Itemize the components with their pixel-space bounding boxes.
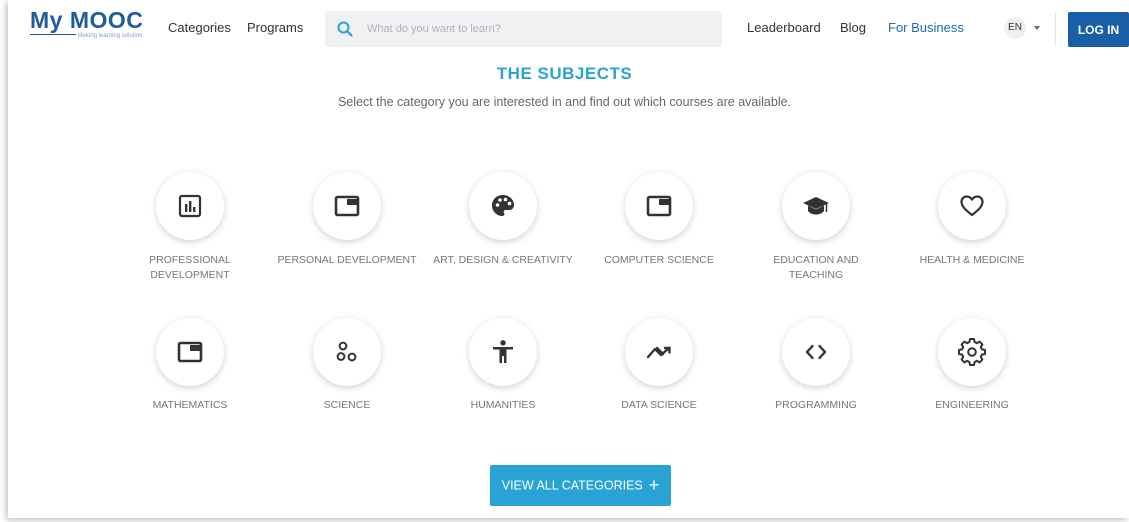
chevron-down-icon xyxy=(1034,26,1040,30)
nav-categories[interactable]: Categories xyxy=(168,20,231,35)
subject-icon-circle xyxy=(313,318,381,386)
code-icon xyxy=(805,344,827,360)
chart-icon xyxy=(178,194,202,218)
subject-icon-circle xyxy=(782,318,850,386)
subject-label: MATHEMATICS xyxy=(152,399,228,411)
search-icon[interactable] xyxy=(336,20,354,38)
section-subtitle: Select the category you are interested i… xyxy=(337,95,792,109)
subject-label: COMPUTER SCIENCE xyxy=(604,254,714,266)
subject-label: EDUCATION AND TEACHING xyxy=(773,254,859,281)
subject-icon-circle xyxy=(782,172,850,240)
molecule-icon xyxy=(336,341,357,362)
subject-label: SCIENCE xyxy=(323,399,371,411)
view-all-label: VIEW ALL CATEGORIES xyxy=(501,478,643,493)
subject-education-teaching[interactable]: EDUCATION AND TEACHING xyxy=(746,172,886,292)
logo-tagline: lifelong learning solution xyxy=(78,33,143,39)
window-icon xyxy=(334,195,360,217)
subject-label: DATA SCIENCE xyxy=(621,399,697,411)
subject-label: PROGRAMMING xyxy=(775,399,857,411)
subject-computer-science[interactable]: COMPUTER SCIENCE xyxy=(589,172,729,292)
subject-mathematics[interactable]: MATHEMATICS xyxy=(120,318,260,418)
nav-leaderboard[interactable]: Leaderboard xyxy=(747,20,821,35)
header-divider xyxy=(1055,12,1056,46)
subject-engineering[interactable]: ENGINEERING xyxy=(902,318,1042,418)
language-selector[interactable]: EN xyxy=(1004,17,1050,39)
subject-art-design-creativity[interactable]: ART, DESIGN & CREATIVITY xyxy=(433,172,573,292)
logo-text: My MOOC xyxy=(30,7,144,33)
subject-icon-circle xyxy=(469,318,537,386)
subject-icon-circle xyxy=(625,318,693,386)
subject-professional-development[interactable]: PROFESSIONAL DEVELOPMENT xyxy=(120,172,260,292)
subject-icon-circle xyxy=(313,172,381,240)
subject-science[interactable]: SCIENCE xyxy=(277,318,417,418)
heart-icon xyxy=(960,195,984,217)
nav-programs[interactable]: Programs xyxy=(247,20,303,35)
language-code: EN xyxy=(1004,17,1026,39)
subject-data-science[interactable]: DATA SCIENCE xyxy=(589,318,729,418)
subject-icon-circle xyxy=(625,172,693,240)
subject-label: PERSONAL DEVELOPMENT xyxy=(277,254,417,266)
subject-personal-development[interactable]: PERSONAL DEVELOPMENT xyxy=(277,172,417,292)
trend-icon xyxy=(646,346,671,359)
subject-humanities[interactable]: HUMANITIES xyxy=(433,318,573,418)
login-button[interactable]: LOG IN xyxy=(1068,12,1129,47)
section-title: THE SUBJECTS xyxy=(496,64,633,83)
top-navbar: My MOOC lifelong learning solution Categ… xyxy=(8,0,1129,58)
subject-label: HUMANITIES xyxy=(470,399,536,411)
view-all-categories-button[interactable]: VIEW ALL CATEGORIES + xyxy=(490,465,671,506)
subject-icon-circle xyxy=(156,318,224,386)
palette-icon xyxy=(492,195,514,216)
subject-label: ART, DESIGN & CREATIVITY xyxy=(433,254,573,266)
window-icon xyxy=(177,341,203,363)
subject-programming[interactable]: PROGRAMMING xyxy=(746,318,886,418)
search-bar xyxy=(325,11,722,47)
search-input[interactable] xyxy=(367,11,707,47)
subject-icon-circle xyxy=(938,172,1006,240)
subject-icon-circle xyxy=(938,318,1006,386)
subject-icon-circle xyxy=(469,172,537,240)
person-icon xyxy=(493,340,513,363)
subject-health-medicine[interactable]: HEALTH & MEDICINE xyxy=(902,172,1042,292)
nav-blog[interactable]: Blog xyxy=(840,20,866,35)
logo[interactable]: My MOOC lifelong learning solution xyxy=(30,8,152,46)
graduation-cap-icon xyxy=(803,197,829,215)
subject-label: ENGINEERING xyxy=(935,399,1009,411)
subject-label: PROFESSIONAL DEVELOPMENT xyxy=(149,254,231,281)
page-frame: My MOOC lifelong learning solution Categ… xyxy=(8,0,1129,518)
subject-icon-circle xyxy=(156,172,224,240)
gear-icon xyxy=(958,338,986,366)
window-icon xyxy=(646,195,672,217)
subject-label: HEALTH & MEDICINE xyxy=(919,254,1025,266)
plus-icon: + xyxy=(648,475,660,495)
logo-underline xyxy=(30,34,76,35)
nav-for-business[interactable]: For Business xyxy=(888,20,964,35)
